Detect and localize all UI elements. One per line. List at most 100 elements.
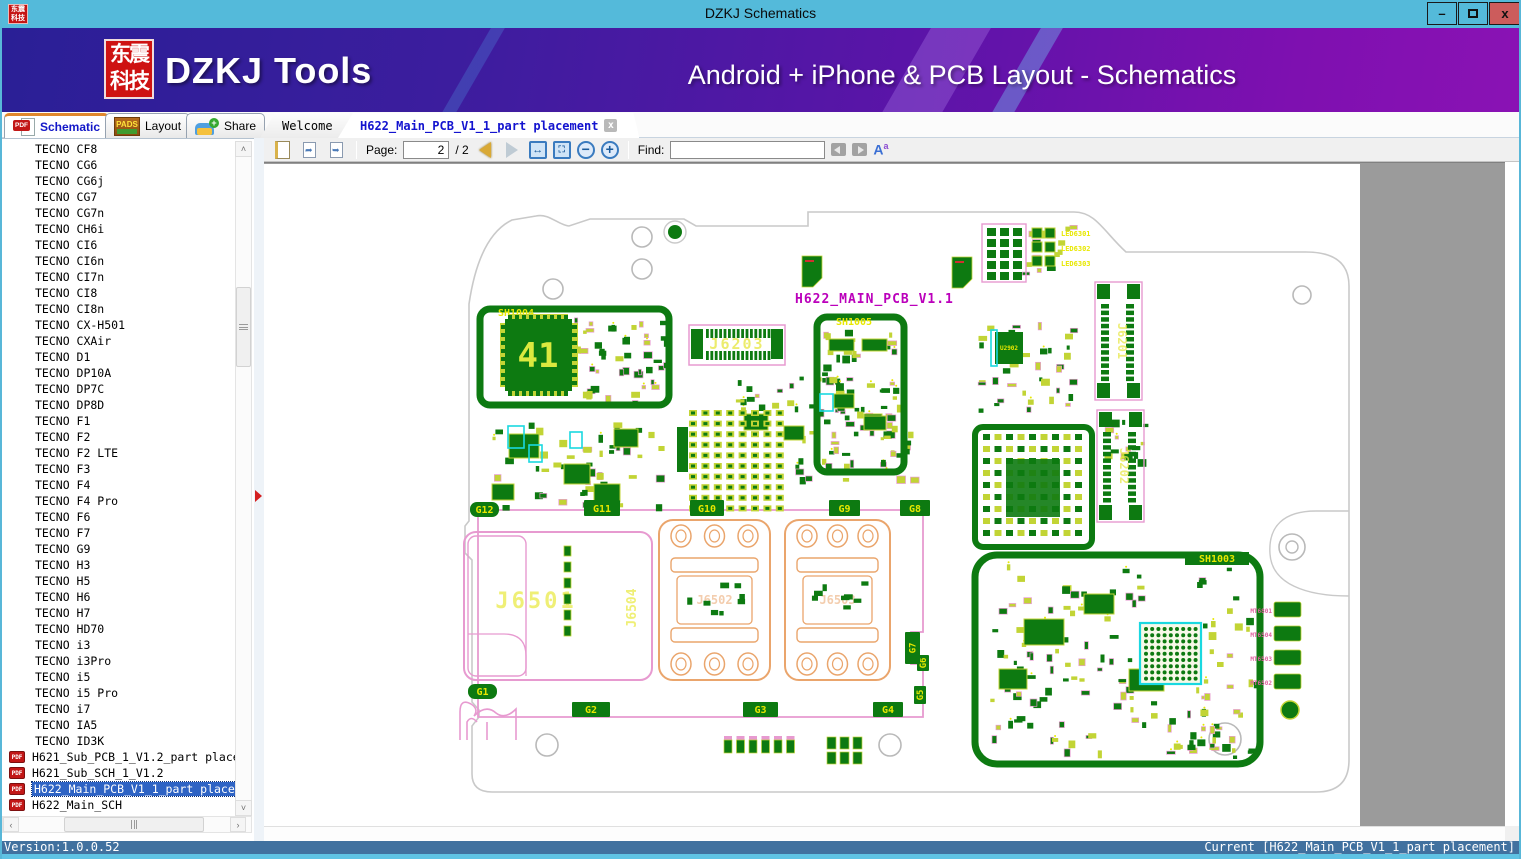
sidebar-item-model[interactable]: TECNO CI6n xyxy=(2,253,235,269)
maximize-button[interactable] xyxy=(1458,2,1488,25)
share-icon: + xyxy=(195,118,219,135)
pdf-vscrollbar[interactable]: ˄ ˅ xyxy=(1505,162,1520,826)
find-input[interactable] xyxy=(670,141,825,159)
sidebar-item-model[interactable]: TECNO F4 xyxy=(2,477,235,493)
sidebar-item-model[interactable]: TECNO CG6j xyxy=(2,173,235,189)
version-text: Version:1.0.0.52 xyxy=(4,841,120,854)
tab-share-label: Share xyxy=(224,119,256,133)
edge-chip xyxy=(1274,602,1301,617)
find-previous-icon[interactable] xyxy=(831,143,846,156)
sidebar-item-model[interactable]: TECNO D1 xyxy=(2,349,235,365)
sidebar-item-model[interactable]: TECNO CI8 xyxy=(2,285,235,301)
banner-streak xyxy=(427,28,510,112)
sidebar-item-model[interactable]: TECNO CH6i xyxy=(2,221,235,237)
sidebar-item-model[interactable]: TECNO DP7C xyxy=(2,381,235,397)
sidebar-item-model[interactable]: TECNO F1 xyxy=(2,413,235,429)
component xyxy=(999,669,1027,689)
sidebar-item-model[interactable]: TECNO F2 LTE xyxy=(2,445,235,461)
sidebar-item-pdf[interactable]: PDFH622_Main_SCH xyxy=(2,797,235,813)
sidebar-item-pdf[interactable]: PDFH621_Sub_PCB_1_V1.2_part placement xyxy=(2,749,235,765)
single-page-view-button[interactable] xyxy=(272,140,293,160)
tab-schematic[interactable]: PDF Schematic xyxy=(4,113,109,138)
sidebar-item-model[interactable]: TECNO CG7 xyxy=(2,189,235,205)
rotate-right-button[interactable] xyxy=(326,140,347,160)
zoom-in-button[interactable]: + xyxy=(601,141,619,159)
sidebar-vscroll-thumb[interactable] xyxy=(236,287,251,367)
sidebar-scroll-left-icon[interactable]: ‹ xyxy=(3,817,19,832)
splitter-collapse-icon[interactable] xyxy=(255,490,262,502)
sidebar-scroll-up-icon[interactable]: ˄ xyxy=(235,141,252,157)
sidebar-item-model[interactable]: TECNO CX-H501 xyxy=(2,317,235,333)
pdf-viewport[interactable]: SH100441J6203SH1005LED6301LED6302LED6303… xyxy=(264,162,1505,826)
sidebar-item-model[interactable]: TECNO CG7n xyxy=(2,205,235,221)
component xyxy=(784,426,804,440)
minimize-button[interactable]: – xyxy=(1427,2,1457,25)
sidebar-item-model[interactable]: TECNO H3 xyxy=(2,557,235,573)
component xyxy=(594,484,620,502)
fit-page-button[interactable]: ⛶ xyxy=(553,141,571,159)
sidebar-item-model[interactable]: TECNO HD70 xyxy=(2,621,235,637)
previous-page-button[interactable] xyxy=(475,140,496,160)
current-document-text: Current [H622_Main_PCB_V1_1_part placeme… xyxy=(1204,841,1515,854)
sidebar-item-model[interactable]: TECNO i3Pro xyxy=(2,653,235,669)
rotate-left-button[interactable] xyxy=(299,140,320,160)
sidebar-item-model[interactable]: TECNO CG6 xyxy=(2,157,235,173)
test-point xyxy=(668,225,682,239)
toolbar-separator xyxy=(356,141,357,159)
sidebar-item-model[interactable]: TECNO i3 xyxy=(2,637,235,653)
mounting-hole xyxy=(536,734,558,756)
sidebar-item-model[interactable]: TECNO G9 xyxy=(2,541,235,557)
sidebar-item-model[interactable]: TECNO H6 xyxy=(2,589,235,605)
pdf-hscrollbar[interactable]: ‹ › xyxy=(264,826,1505,841)
sidebar-item-model[interactable]: TECNO F2 xyxy=(2,429,235,445)
mounting-hole xyxy=(1293,286,1311,304)
sidebar-item-model[interactable]: TECNO F6 xyxy=(2,509,235,525)
sidebar-item-model[interactable]: TECNO DP10A xyxy=(2,365,235,381)
sidebar-item-model[interactable]: TECNO DP8D xyxy=(2,397,235,413)
sidebar-item-model[interactable]: TECNO CI7n xyxy=(2,269,235,285)
sidebar-item-model[interactable]: TECNO CI6 xyxy=(2,237,235,253)
svg-text:G6: G6 xyxy=(919,658,929,669)
doc-tab-h622[interactable]: H622_Main_PCB_V1_1_part placement x xyxy=(338,113,639,138)
sidebar-item-model[interactable]: TECNO F4 Pro xyxy=(2,493,235,509)
pcb-canvas[interactable]: SH100441J6203SH1005LED6301LED6302LED6303… xyxy=(264,164,1360,826)
next-page-button[interactable] xyxy=(502,140,523,160)
sidebar-item-pdf[interactable]: PDFH622_Main_PCB_V1_1_part placement xyxy=(2,781,235,797)
sidebar-scroll-down-icon[interactable]: ˅ xyxy=(235,800,252,816)
tab-layout[interactable]: PADS Layout xyxy=(105,113,190,138)
find-next-icon[interactable] xyxy=(852,143,867,156)
svg-text:G11: G11 xyxy=(593,504,611,515)
tab-bar: PDF Schematic PADS Layout + Share Welcom… xyxy=(2,112,1519,138)
pdf-page[interactable]: SH100441J6203SH1005LED6301LED6302LED6303… xyxy=(264,164,1360,826)
sidebar-item-pdf-label-selected: H622_Main_PCB_V1_1_part placement xyxy=(32,782,235,796)
doc-tab-close-icon[interactable]: x xyxy=(604,119,617,132)
svg-text:J6502: J6502 xyxy=(696,593,732,607)
tab-share[interactable]: + Share xyxy=(186,113,265,138)
fit-width-button[interactable]: ↔ xyxy=(529,141,547,159)
sidebar-item-model[interactable]: TECNO IA5 xyxy=(2,717,235,733)
sidebar-hscroll-thumb[interactable] xyxy=(64,817,204,832)
sidebar-vscrollbar[interactable] xyxy=(235,141,252,816)
svg-text:41: 41 xyxy=(518,336,559,376)
sidebar-item-model[interactable]: TECNO CI8n xyxy=(2,301,235,317)
mounting-hole xyxy=(632,227,652,247)
page-number-input[interactable] xyxy=(403,141,449,159)
sidebar-item-model[interactable]: TECNO i5 xyxy=(2,669,235,685)
sidebar-item-model[interactable]: TECNO F3 xyxy=(2,461,235,477)
app-window: 东震科技 DZKJ Schematics – x 东震 科技 DZKJ Tool… xyxy=(0,0,1521,859)
sidebar-item-model[interactable]: TECNO ID3K xyxy=(2,733,235,749)
sidebar-item-model[interactable]: TECNO H5 xyxy=(2,573,235,589)
panel-splitter[interactable] xyxy=(254,138,264,841)
sidebar-item-model[interactable]: TECNO F7 xyxy=(2,525,235,541)
close-button[interactable]: x xyxy=(1489,2,1521,25)
sidebar-item-model[interactable]: TECNO CF8 xyxy=(2,141,235,157)
zoom-out-button[interactable]: − xyxy=(577,141,595,159)
match-case-icon[interactable]: Aa xyxy=(873,141,888,158)
sidebar-item-model[interactable]: TECNO H7 xyxy=(2,605,235,621)
title-bar[interactable]: 东震科技 DZKJ Schematics – x xyxy=(2,0,1519,28)
sidebar-scroll-right-icon[interactable]: › xyxy=(230,817,246,832)
sidebar-item-model[interactable]: TECNO i7 xyxy=(2,701,235,717)
sidebar-item-model[interactable]: TECNO i5 Pro xyxy=(2,685,235,701)
sidebar-item-model[interactable]: TECNO CXAir xyxy=(2,333,235,349)
sidebar-item-pdf[interactable]: PDFH621_Sub_SCH_1_V1.2 xyxy=(2,765,235,781)
